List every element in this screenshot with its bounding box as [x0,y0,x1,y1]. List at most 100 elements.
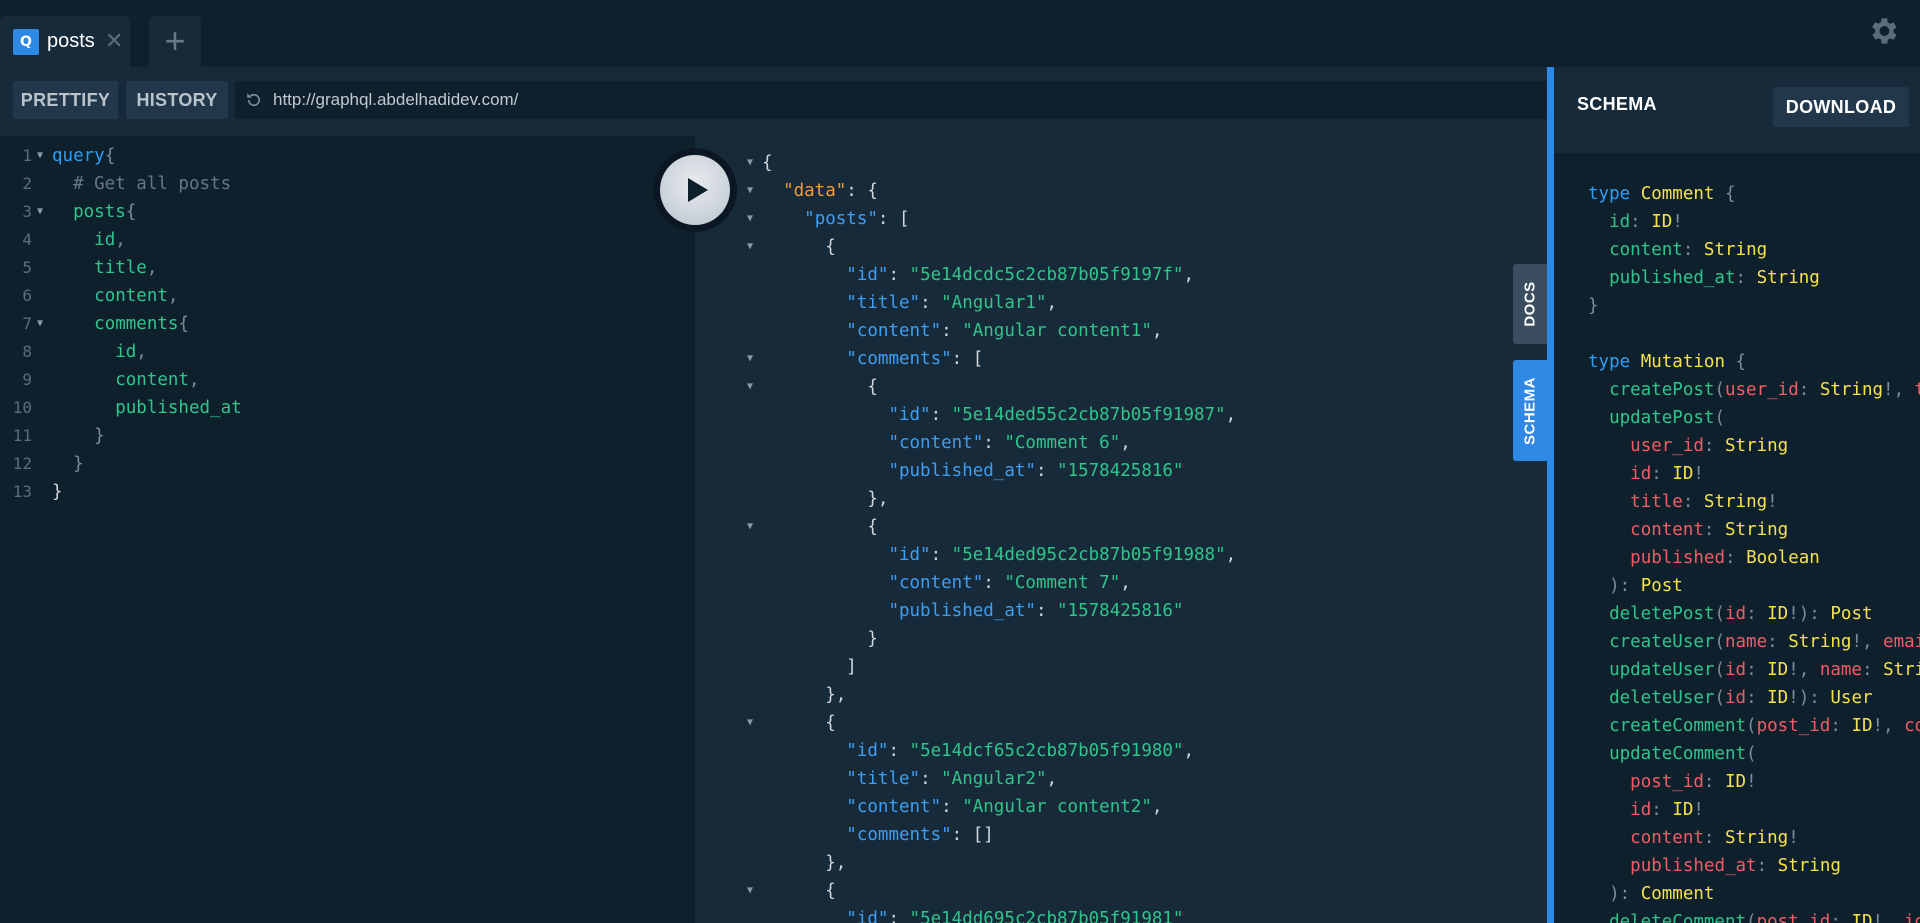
add-tab-button[interactable]: + [149,16,201,67]
code-token: query [52,146,105,166]
tab-docs[interactable]: DOCS [1513,264,1547,344]
code-token: content [94,286,168,306]
schema-line: ): Comment [1588,880,1714,908]
code-token: ID [1767,604,1789,624]
code-token: ! [1693,800,1704,820]
code-token: ( [1746,744,1757,764]
line-number: 10 [12,398,32,417]
code-token: ( [1714,632,1725,652]
code-token: user_id [1724,380,1799,400]
code-token: , [1225,405,1237,425]
schema-line: published: Boolean [1588,544,1820,572]
fold-arrow-icon[interactable]: ▼ [747,205,753,233]
tab-posts[interactable]: Q posts ✕ [0,16,130,67]
fold-arrow-icon[interactable]: ▼ [37,142,43,170]
code-token: }, [867,489,889,509]
query-line: } [52,478,63,506]
code-token: "data" [783,181,847,201]
fold-arrow-icon[interactable]: ▼ [747,373,753,401]
tab-schema-label: SCHEMA [1521,376,1539,445]
schema-line: user_id: String [1588,432,1788,460]
schema-line: updateUser(id: ID!, name: String [1588,656,1920,684]
code-token: id [1630,800,1652,820]
history-button[interactable]: HISTORY [126,81,228,119]
line-number: 4 [22,230,32,249]
query-line: comments{ [52,310,189,338]
query-line: query{ [52,142,115,170]
line-number: 1 [22,146,32,165]
query-line: id, [52,338,147,366]
result-line: "id": "5e14ded55c2cb87b05f91987", [762,401,1236,429]
code-token: User [1830,688,1873,708]
code-token: : [983,433,1005,453]
code-token: "Angular2" [941,769,1047,789]
result-line: { [762,233,836,261]
code-token: "Comment 6" [1004,433,1121,453]
fold-arrow-icon[interactable]: ▼ [747,233,753,261]
refresh-icon[interactable] [245,91,263,109]
result-line: } [762,625,878,653]
fold-arrow-icon[interactable]: ▼ [747,877,753,905]
result-line: "content": "Comment 7", [762,569,1130,597]
fold-arrow-icon[interactable]: ▼ [37,198,43,226]
fold-arrow-icon[interactable]: ▼ [37,310,43,338]
fold-arrow-icon[interactable]: ▼ [747,709,753,737]
result-line: "id": "5e14dd695c2cb87b05f91981" [762,905,1183,923]
endpoint-url-text: http://graphql.abdelhadidev.com/ [273,90,519,109]
prettify-button[interactable]: PRETTIFY [13,81,118,119]
schema-line: deleteComment(post_id: ID!, id [1588,908,1920,923]
code-token: "published_at" [888,601,1036,621]
code-token: ( [1714,688,1725,708]
code-token: String [1819,380,1884,400]
code-token: } [1588,296,1599,316]
code-token: deleteUser [1609,688,1715,708]
schema-panel-resize-handle[interactable] [1547,67,1554,923]
code-token: : [1651,464,1673,484]
code-token: deletePost [1609,604,1715,624]
code-token: id [1724,604,1747,624]
close-icon[interactable]: ✕ [105,28,123,54]
code-token: deleteComment [1609,912,1747,923]
result-line: "published_at": "1578425816" [762,457,1183,485]
query-line: published_at [52,394,241,422]
fold-arrow-icon[interactable]: ▼ [747,513,753,541]
fold-arrow-icon[interactable]: ▼ [747,149,753,177]
schema-sdl-view[interactable]: type Comment { id: ID! content: String p… [1554,153,1920,923]
gear-icon[interactable] [1866,14,1900,48]
execute-query-button[interactable] [653,148,737,232]
result-viewer[interactable]: ▼{▼ "data": {▼ "posts": [▼ { "id": "5e14… [695,135,1548,923]
code-token: , [167,286,179,306]
tab-schema[interactable]: SCHEMA [1513,360,1547,461]
code-token: }, [825,853,847,873]
endpoint-url-field[interactable]: http://graphql.abdelhadidev.com/ [235,81,1547,119]
fold-arrow-icon[interactable]: ▼ [747,345,753,373]
code-token: : [930,405,952,425]
query-editor[interactable]: 1 ▼ query{2 # Get all posts 3 ▼ posts{4 id, 5… [0,135,695,923]
schema-line: type Mutation { [1588,348,1746,376]
fold-arrow-icon[interactable]: ▼ [747,177,753,205]
result-line: "data": { [762,177,878,205]
code-token: String [1725,828,1789,848]
code-token: Post [1830,604,1873,624]
code-token: , [188,370,200,390]
code-token: !, [1883,380,1915,400]
code-token: comments [94,314,179,334]
result-line: "comments": [] [762,821,994,849]
download-schema-button[interactable]: DOWNLOAD [1773,87,1909,127]
schema-line: deleteUser(id: ID!): User [1588,684,1873,712]
result-line: "title": "Angular1", [762,289,1057,317]
schema-line: createPost(user_id: String!, title [1588,376,1920,404]
